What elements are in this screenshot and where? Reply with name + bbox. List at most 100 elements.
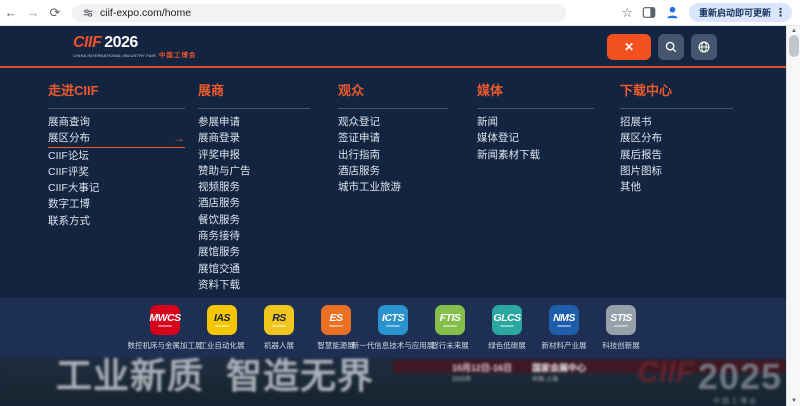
menu-item[interactable]: 酒店服务: [198, 195, 310, 211]
menu-item[interactable]: 展馆服务: [198, 244, 310, 260]
ftis-logo-icon: FTIS: [435, 305, 465, 335]
bookmark-star-icon[interactable]: ☆: [621, 5, 633, 21]
logo-ciif-text: CIIF: [73, 35, 101, 51]
es-logo-icon: ES: [321, 305, 351, 335]
sub-show-label: 智慧能源展: [317, 340, 355, 351]
ciif-logo[interactable]: CIIF 2026 CHINA INTERNATIONAL INDUSTRY F…: [73, 35, 196, 60]
sub-show-icts[interactable]: ICTS 新一代信息技术与应用展: [365, 305, 422, 351]
stis-logo-icon: STIS: [606, 305, 636, 335]
menu-item[interactable]: 图片图标: [620, 163, 733, 179]
menu-item[interactable]: 新闻素材下载: [477, 147, 594, 163]
background-page-strip: 工业新质 智造无界 10月12日-16日 国家会展中心 2025年 中国·上海 …: [0, 358, 786, 406]
menu-item[interactable]: CIIF评奖: [48, 164, 185, 180]
menu-item[interactable]: 出行指南: [338, 147, 448, 163]
site-page: CIIF 2026 CHINA INTERNATIONAL INDUSTRY F…: [0, 26, 800, 406]
hero-date-sub: 2025年: [452, 374, 471, 383]
header-actions: ✕: [607, 34, 717, 60]
column-heading[interactable]: 媒体: [477, 80, 594, 109]
scrollbar-up-icon[interactable]: ▲: [787, 28, 800, 34]
menu-item[interactable]: 展商查询: [48, 114, 185, 130]
watermark-ciif: CIIF: [637, 358, 694, 390]
menu-item[interactable]: 商务接待: [198, 228, 310, 244]
language-button[interactable]: [691, 34, 717, 60]
globe-icon: [697, 40, 711, 54]
menu-item[interactable]: 数字工博: [48, 196, 185, 212]
menu-item[interactable]: 资料下载: [198, 277, 310, 293]
menu-item[interactable]: 展馆交通: [198, 261, 310, 277]
menu-item[interactable]: CIIF论坛: [48, 148, 185, 164]
kebab-menu-icon[interactable]: ⋮: [775, 6, 786, 19]
update-chip-label: 重新启动即可更新: [699, 6, 771, 19]
menu-item[interactable]: 招展书: [620, 114, 733, 130]
forward-icon[interactable]: →: [22, 5, 44, 20]
url-bar[interactable]: ciif-expo.com/home: [72, 4, 566, 22]
menu-item[interactable]: 媒体登记: [477, 130, 594, 146]
menu-item[interactable]: 展商登录: [198, 130, 310, 146]
hero-venue: 国家会展中心: [532, 361, 586, 374]
menu-item[interactable]: CIIF大事记: [48, 180, 185, 196]
menu-item[interactable]: 联系方式: [48, 213, 185, 229]
watermark-year: 2025: [698, 358, 782, 398]
menu-item[interactable]: 展区分布: [620, 130, 733, 146]
column-heading[interactable]: 观众: [338, 80, 448, 109]
sub-show-rs[interactable]: RS 机器人展: [251, 305, 308, 351]
menu-item[interactable]: 签证申请: [338, 130, 448, 146]
ias-logo-icon: IAS: [207, 305, 237, 335]
update-chip[interactable]: 重新启动即可更新 ⋮: [689, 3, 792, 22]
reload-icon[interactable]: ⟳: [44, 5, 66, 21]
menu-item[interactable]: 餐饮服务: [198, 212, 310, 228]
menu-item-active[interactable]: 展区分布 →: [48, 130, 185, 147]
menu-item[interactable]: 视频服务: [198, 179, 310, 195]
back-icon[interactable]: ←: [0, 5, 22, 20]
browser-toolbar: ← → ⟳ ciif-expo.com/home ☆: [0, 0, 800, 26]
sub-show-ftis[interactable]: FTIS 智行未来展: [422, 305, 479, 351]
arrow-right-icon: →: [173, 130, 185, 146]
nms-logo-icon: NMS: [549, 305, 579, 335]
menu-item[interactable]: 观众登记: [338, 114, 448, 130]
menu-item[interactable]: 展后报告: [620, 147, 733, 163]
menu-header: CIIF 2026 CHINA INTERNATIONAL INDUSTRY F…: [0, 26, 786, 68]
search-icon: [664, 40, 678, 54]
profile-icon[interactable]: [665, 5, 680, 20]
close-menu-button[interactable]: ✕: [607, 34, 651, 60]
sub-show-mwcs[interactable]: MWCS 数控机床与金属加工展: [137, 305, 194, 351]
sub-show-label: 新材料产业展: [542, 340, 587, 351]
search-button[interactable]: [658, 34, 684, 60]
site-info-icon[interactable]: [82, 7, 94, 19]
sub-show-label: 机器人展: [264, 340, 294, 351]
mega-menu: CIIF 2026 CHINA INTERNATIONAL INDUSTRY F…: [0, 26, 786, 298]
menu-item[interactable]: 城市工业旅游: [338, 179, 448, 195]
close-icon: ✕: [624, 40, 634, 54]
menu-column-visitors: 观众 观众登记 签证申请 出行指南 酒店服务 城市工业旅游: [338, 80, 448, 195]
screen: ← → ⟳ ciif-expo.com/home ☆: [0, 0, 800, 406]
sub-show-ias[interactable]: IAS 工业自动化展: [194, 305, 251, 351]
hero-slogan: 工业新质 智造无界: [56, 358, 374, 399]
sub-show-label: 智行未来展: [431, 340, 469, 351]
menu-column-about: 走进CIIF 展商查询 展区分布 → CIIF论坛 CIIF评奖 CIIF大事记…: [48, 80, 185, 229]
scrollbar[interactable]: ▲ ▼: [786, 26, 800, 406]
menu-item[interactable]: 新闻: [477, 114, 594, 130]
sub-show-stis[interactable]: STIS 科技创新展: [593, 305, 650, 351]
menu-item[interactable]: 其他: [620, 179, 733, 195]
menu-column-exhibitors: 展商 参展申请 展商登录 评奖申报 赞助与广告 视频服务 酒店服务 餐饮服务 商…: [198, 80, 310, 293]
scrollbar-down-icon[interactable]: ▼: [787, 398, 800, 404]
hero-venue-sub: 中国·上海: [532, 374, 558, 383]
column-heading[interactable]: 展商: [198, 80, 310, 109]
menu-item[interactable]: 赞助与广告: [198, 163, 310, 179]
scrollbar-thumb[interactable]: [789, 35, 799, 57]
sub-show-label: 绿色低碳展: [488, 340, 526, 351]
watermark-label: 中国工博会: [713, 396, 758, 406]
sub-show-nms[interactable]: NMS 新材料产业展: [536, 305, 593, 351]
sub-show-glcs[interactable]: GLCS 绿色低碳展: [479, 305, 536, 351]
menu-item[interactable]: 评奖申报: [198, 147, 310, 163]
menu-item[interactable]: 参展申请: [198, 114, 310, 130]
side-panel-icon[interactable]: [642, 6, 656, 19]
column-heading[interactable]: 走进CIIF: [48, 80, 185, 109]
toolbar-right: ☆ 重新启动即可更新 ⋮: [621, 3, 800, 22]
sub-show-label: 工业自动化展: [200, 340, 245, 351]
menu-item[interactable]: 酒店服务: [338, 163, 448, 179]
url-text: ciif-expo.com/home: [100, 7, 191, 19]
sub-show-label: 科技创新展: [602, 340, 640, 351]
column-heading[interactable]: 下载中心: [620, 80, 733, 109]
sub-shows-band: MWCS 数控机床与金属加工展 IAS 工业自动化展 RS 机器人展 ES: [0, 298, 786, 358]
